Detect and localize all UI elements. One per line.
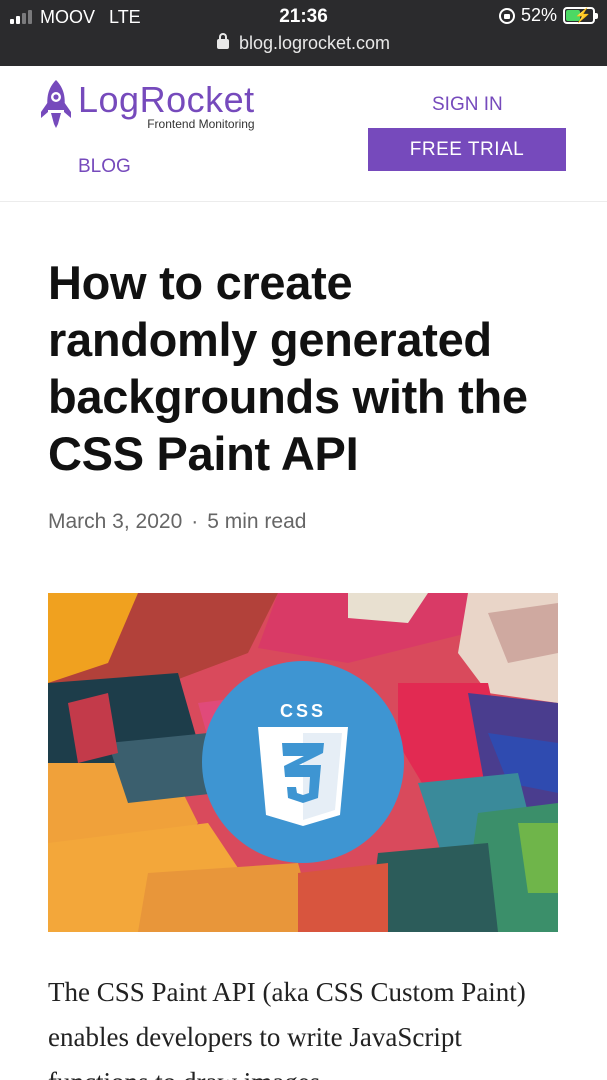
url-text: blog.logrocket.com — [238, 33, 391, 53]
free-trial-button[interactable]: FREE TRIAL — [368, 128, 566, 171]
logrocket-logo[interactable]: LogRocket Frontend Monitoring — [38, 78, 255, 131]
nav-blog-link[interactable]: BLOG — [78, 156, 131, 178]
sign-in-link[interactable]: SIGN IN — [432, 94, 503, 116]
article-meta: March 3, 2020 · 5 min read — [48, 510, 306, 534]
read-time: 5 min read — [207, 510, 307, 533]
meta-separator: · — [191, 510, 199, 533]
site-header: LogRocket Frontend Monitoring BLOG SIGN … — [0, 66, 607, 202]
logo-subtitle: Frontend Monitoring — [147, 117, 255, 131]
rocket-icon — [41, 80, 71, 128]
paint-background: CSS — [48, 593, 558, 932]
lock-icon — [216, 33, 229, 49]
article-intro: The CSS Paint API (aka CSS Custom Paint)… — [48, 977, 526, 1080]
status-right: 52% ⚡ — [498, 5, 598, 26]
status-bar: MOOV LTE 21:36 52% ⚡ blog.logrocket.com — [0, 0, 607, 66]
battery-icon: ⚡ — [563, 7, 598, 24]
logo-wordmark: LogRocket Frontend Monitoring — [78, 78, 255, 131]
orientation-lock-icon — [498, 7, 515, 24]
css-badge-text: CSS — [280, 701, 326, 721]
publish-date: March 3, 2020 — [48, 510, 183, 533]
logo-text: LogRocket — [78, 79, 255, 120]
article-title: How to create randomly generated backgro… — [48, 256, 528, 480]
battery-percent: 52% — [520, 5, 557, 25]
address-bar[interactable]: blog.logrocket.com — [0, 33, 607, 54]
hero-image: CSS — [48, 593, 558, 932]
